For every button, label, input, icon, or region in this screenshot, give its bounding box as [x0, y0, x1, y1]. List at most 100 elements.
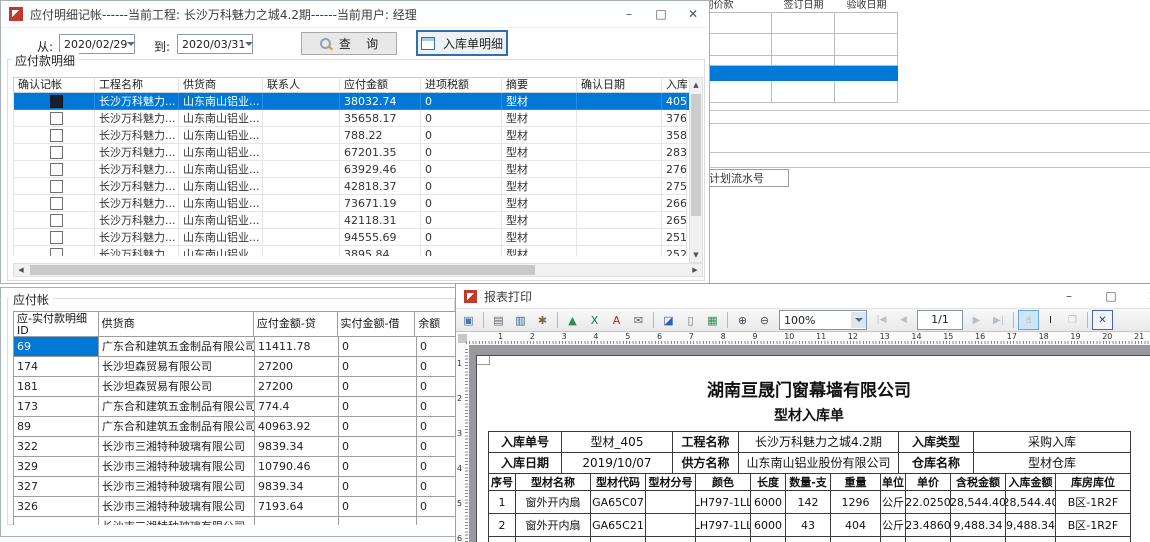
- close-preview-icon[interactable]: ✕: [1092, 310, 1113, 330]
- minimize-button[interactable]: –: [613, 1, 645, 27]
- maximize-button[interactable]: □: [1096, 284, 1126, 308]
- column-header[interactable]: 工程名称: [95, 78, 179, 92]
- print-icon[interactable]: ▤: [488, 310, 509, 330]
- excel-export-icon[interactable]: X: [584, 310, 605, 330]
- horizontal-scrollbar[interactable]: ◀ ▶: [13, 263, 703, 277]
- column-header[interactable]: 应-实付款明细ID: [14, 312, 99, 336]
- ruler-number: 6: [657, 332, 662, 341]
- table-row[interactable]: 327 长沙市三湘特种玻璃有限公司 9839.34 0 0: [14, 477, 461, 497]
- table-row[interactable]: 长沙万科魅力... 山东南山铝业... 3895.84 0 型材 252: [14, 246, 690, 256]
- detail-id-cell: 173: [14, 397, 99, 417]
- page-number-input[interactable]: 1/1: [917, 310, 963, 330]
- confirm-checkbox[interactable]: [50, 146, 63, 159]
- maximize-button[interactable]: □: [645, 1, 677, 27]
- last-page-icon[interactable]: ▶|: [988, 310, 1009, 330]
- column-header[interactable]: 实付金额-借: [338, 312, 416, 336]
- table-row[interactable]: 长沙万科魅力... 山东南山铝业... 94555.69 0 型材 251: [14, 229, 690, 246]
- table-row[interactable]: 89 广东合和建筑五金制品有限公司 40963.92 0 0: [14, 417, 461, 437]
- toolbar-icon[interactable]: [480, 310, 487, 330]
- query-button[interactable]: 查 询: [301, 32, 397, 55]
- toolbar-icon[interactable]: [1010, 310, 1017, 330]
- confirm-checkbox[interactable]: [50, 180, 63, 193]
- column-header[interactable]: 余额: [415, 312, 459, 336]
- entry-detail-button[interactable]: 入库单明细: [416, 30, 508, 56]
- table-row[interactable]: 长沙万科魅力... 山东南山铝业... 73671.19 0 型材 266: [14, 195, 690, 212]
- export-icon[interactable]: ▲: [562, 310, 583, 330]
- confirm-checkbox[interactable]: [50, 163, 63, 176]
- report-view-icon[interactable]: ▣: [458, 310, 479, 330]
- confirm-checkbox[interactable]: [50, 214, 63, 227]
- confirm-checkbox[interactable]: [50, 248, 63, 256]
- table-row[interactable]: 329 长沙市三湘特种玻璃有限公司 10790.46 0 0: [14, 457, 461, 477]
- column-header[interactable]: 应付金额-贷: [254, 312, 338, 336]
- close-button[interactable]: ✕: [1138, 284, 1150, 308]
- to-date-select[interactable]: 2020/03/31: [177, 34, 253, 54]
- column-header[interactable]: 入库: [662, 78, 687, 92]
- mail-icon[interactable]: ✉: [628, 310, 649, 330]
- scroll-up-icon[interactable]: ▲: [690, 78, 702, 92]
- column-header[interactable]: 联系人: [263, 78, 340, 92]
- report-preview-area[interactable]: 湖南亘晟门窗幕墙有限公司 型材入库单 入库单号 型材_405 工程名称 长沙万科…: [469, 345, 1150, 542]
- next-page-icon[interactable]: ▶: [966, 310, 987, 330]
- scrollbar-thumb[interactable]: [30, 265, 535, 275]
- confirm-checkbox[interactable]: [50, 112, 63, 125]
- confirm-checkbox[interactable]: [50, 231, 63, 244]
- zoom-level-select[interactable]: 100%: [779, 310, 867, 330]
- save-icon[interactable]: ◪: [658, 310, 679, 330]
- chevron-down-icon: [245, 42, 253, 46]
- confirm-checkbox[interactable]: [50, 95, 63, 108]
- close-button[interactable]: ✕: [677, 1, 709, 27]
- book-preview-icon[interactable]: ▥: [510, 310, 531, 330]
- table-row[interactable]: 长沙万科魅力... 山东南山铝业... 38032.74 0 型材 405: [14, 93, 690, 110]
- grid-icon[interactable]: ▦: [702, 310, 723, 330]
- scroll-left-icon[interactable]: ◀: [14, 264, 28, 276]
- table-row[interactable]: 长沙万科魅力... 山东南山铝业... 42118.31 0 型材 265: [14, 212, 690, 229]
- table-row[interactable]: 174 长沙坦森贸易有限公司 27200 0 0: [14, 357, 461, 377]
- scrollbar-thumb[interactable]: [691, 94, 701, 216]
- table-row[interactable]: 长沙市三湘特种玻璃有限公司: [14, 517, 461, 525]
- zoom-in-icon[interactable]: ⊕: [732, 310, 753, 330]
- supplier-cell: 山东南山铝业...: [179, 93, 263, 110]
- table-row[interactable]: 181 长沙坦森贸易有限公司 27200 0 0: [14, 377, 461, 397]
- column-header[interactable]: 应付金额: [340, 78, 421, 92]
- table-row[interactable]: 173 广东合和建筑五金制品有限公司 774.4 0 0: [14, 397, 461, 417]
- page-setup-icon[interactable]: ✱: [532, 310, 553, 330]
- column-header[interactable]: 供货商: [99, 312, 254, 336]
- tax-cell: 0: [421, 212, 502, 229]
- toolbar-icon[interactable]: [650, 310, 657, 330]
- document-icon[interactable]: ▯: [680, 310, 701, 330]
- scroll-down-icon[interactable]: ▼: [690, 248, 702, 262]
- table-row[interactable]: 长沙万科魅力... 山东南山铝业... 35658.17 0 型材 376: [14, 110, 690, 127]
- zoom-out-icon[interactable]: ⊖: [754, 310, 775, 330]
- minimize-button[interactable]: –: [1054, 284, 1084, 308]
- table-row[interactable]: 长沙万科魅力... 山东南山铝业... 67201.35 0 型材 283: [14, 144, 690, 161]
- table-row[interactable]: 长沙万科魅力... 山东南山铝业... 63929.46 0 型材 276: [14, 161, 690, 178]
- confirm-checkbox[interactable]: [50, 197, 63, 210]
- vertical-scrollbar[interactable]: ▲ ▼: [689, 77, 703, 263]
- toolbar-icon[interactable]: [1084, 310, 1091, 330]
- table-row[interactable]: 322 长沙市三湘特种玻璃有限公司 9839.34 0 0: [14, 437, 461, 457]
- column-header[interactable]: 供货商: [179, 78, 263, 92]
- title-bar[interactable]: 报表打印: [456, 284, 1150, 309]
- column-header[interactable]: 摘要: [502, 78, 577, 92]
- column-header[interactable]: 进项税额: [421, 78, 502, 92]
- from-date-select[interactable]: 2020/02/29: [59, 34, 135, 54]
- first-page-icon[interactable]: |◀: [871, 310, 892, 330]
- title-bar[interactable]: 应付明细记帐------当前工程: 长沙万科魅力之城4.2期------当前用户…: [1, 1, 709, 28]
- copy-page-icon[interactable]: ❐: [1062, 310, 1083, 330]
- text-select-icon[interactable]: I: [1040, 310, 1061, 330]
- table-row[interactable]: 长沙万科魅力... 山东南山铝业... 788.22 0 型材 358: [14, 127, 690, 144]
- confirm-checkbox[interactable]: [50, 129, 63, 142]
- table-row[interactable]: 326 长沙市三湘特种玻璃有限公司 7193.64 0 0: [14, 497, 461, 517]
- toolbar-icon[interactable]: [724, 310, 731, 330]
- tax-cell: 0: [421, 144, 502, 161]
- toolbar-icon[interactable]: [554, 310, 561, 330]
- prev-page-icon[interactable]: ◀: [893, 310, 914, 330]
- column-header[interactable]: 确认日期: [577, 78, 662, 92]
- table-row[interactable]: 69 广东合和建筑五金制品有限公司 11411.78 0 0: [14, 337, 461, 357]
- column-header[interactable]: 确认记帐: [14, 78, 95, 92]
- hand-tool-icon[interactable]: ☝: [1018, 310, 1039, 330]
- scroll-right-icon[interactable]: ▶: [688, 264, 702, 276]
- pdf-export-icon[interactable]: A: [606, 310, 627, 330]
- table-row[interactable]: 长沙万科魅力... 山东南山铝业... 42818.37 0 型材 275: [14, 178, 690, 195]
